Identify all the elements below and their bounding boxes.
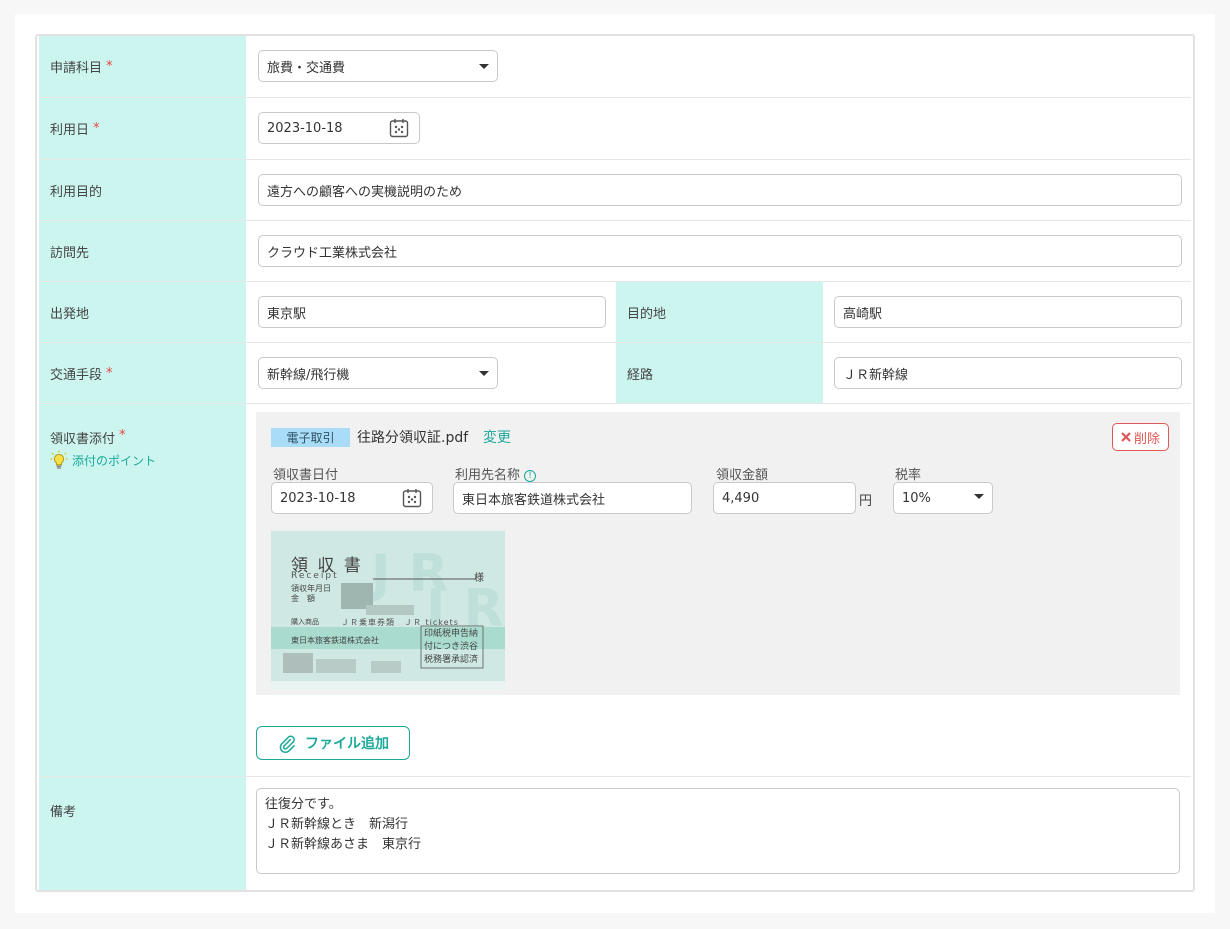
row-category: 申請科目 * 旅費・交通費 [39,36,1191,98]
close-icon [1121,432,1131,442]
lightbulb-icon [50,450,68,469]
transport-select[interactable]: 新幹線/飛行機 [258,357,498,389]
row-purpose: 利用目的 遠方への顧客への実機説明のため [39,160,1191,221]
label-remarks: 備考 [39,777,246,890]
label-use-date: 利用日 * [39,98,246,159]
departure-input[interactable]: 東京駅 [258,296,606,328]
receipt-item-value: ＪＲ乗車券類 ＪＲ tickets [341,618,459,627]
label-category: 申請科目 * [39,36,246,97]
label-transport: 交通手段 * [39,343,246,403]
category-select[interactable]: 旅費・交通費 [258,50,498,82]
label-departure: 出発地 [39,282,246,342]
receipt-honorific: 様 [474,573,484,584]
tax-select[interactable]: 10% [893,482,993,514]
attachment-panel: 電子取引 往路分領収証.pdf 変更 削除 領収書日付 2023-10-18 利… [256,412,1180,695]
chevron-down-icon [479,64,489,69]
label-route: 経路 [616,343,823,403]
receipt-item-caption: 購入商品 [291,618,319,626]
route-input[interactable]: ＪＲ新幹線 [834,357,1182,389]
paperclip-icon [279,735,295,753]
amount-input[interactable]: 4,490 [713,482,856,514]
delete-button[interactable]: 削除 [1112,423,1169,451]
row-use-date: 利用日 * 2023-10-18 [39,98,1191,160]
receipt-amount-caption: 金 額 [291,594,315,603]
required-mark: * [93,121,100,136]
label-visit: 訪問先 [39,221,246,281]
label-destination: 目的地 [616,282,823,342]
receipt-date-label: 領収書日付 [273,468,339,483]
chevron-down-icon [974,494,984,499]
destination-input[interactable]: 高崎駅 [834,296,1182,328]
required-mark: * [119,428,126,443]
expense-form: 申請科目 * 旅費・交通費 利用日 * 2023-10-18 利用目的 遠方への… [35,34,1195,892]
receipt-date-input[interactable]: 2023-10-18 [271,482,433,514]
payee-label: 利用先名称! [455,464,537,483]
currency-unit: 円 [859,494,873,509]
attachment-tips-link[interactable]: 添付のポイント [50,450,156,470]
label-purpose: 利用目的 [39,160,246,220]
attachment-filename[interactable]: 往路分領収証.pdf [357,427,468,447]
receipt-stamp: 印紙税申告納 付につき渋谷 税務署承認済 [424,629,479,665]
tax-label: 税率 [895,468,922,483]
row-visit: 訪問先 クラウド工業株式会社 [39,221,1191,282]
required-mark: * [106,59,113,74]
remarks-textarea[interactable]: 往復分です。 ＪＲ新幹線とき 新潟行 ＪＲ新幹線あさま 東京行 [256,788,1180,874]
change-file-link[interactable]: 変更 [483,427,511,447]
chevron-down-icon [479,371,489,376]
electronic-transaction-badge: 電子取引 [271,428,350,447]
receipt-word: Receipt [291,571,339,581]
payee-input[interactable]: 東日本旅客鉄道株式会社 [453,482,692,514]
row-transport-route: 交通手段 * 新幹線/飛行機 経路 ＪＲ新幹線 [39,343,1191,404]
calendar-icon[interactable] [402,488,422,508]
info-icon[interactable]: ! [524,470,537,482]
visit-input[interactable]: クラウド工業株式会社 [258,235,1182,267]
add-file-button[interactable]: ファイル追加 [256,726,410,760]
use-date-input[interactable]: 2023-10-18 [258,112,420,144]
receipt-preview-image[interactable]: J R J R 領 収 書 Receipt 様 領収年月日 金 額 購入商品 Ｊ… [271,531,505,689]
calendar-icon[interactable] [389,118,409,138]
form-card: 申請科目 * 旅費・交通費 利用日 * 2023-10-18 利用目的 遠方への… [15,14,1215,913]
required-mark: * [106,365,113,381]
purpose-input[interactable]: 遠方への顧客への実機説明のため [258,174,1182,206]
amount-label: 領収金額 [716,468,769,483]
row-departure-destination: 出発地 東京駅 目的地 高崎駅 [39,282,1191,343]
receipt-issuer: 東日本旅客鉄道株式会社 [291,636,379,645]
